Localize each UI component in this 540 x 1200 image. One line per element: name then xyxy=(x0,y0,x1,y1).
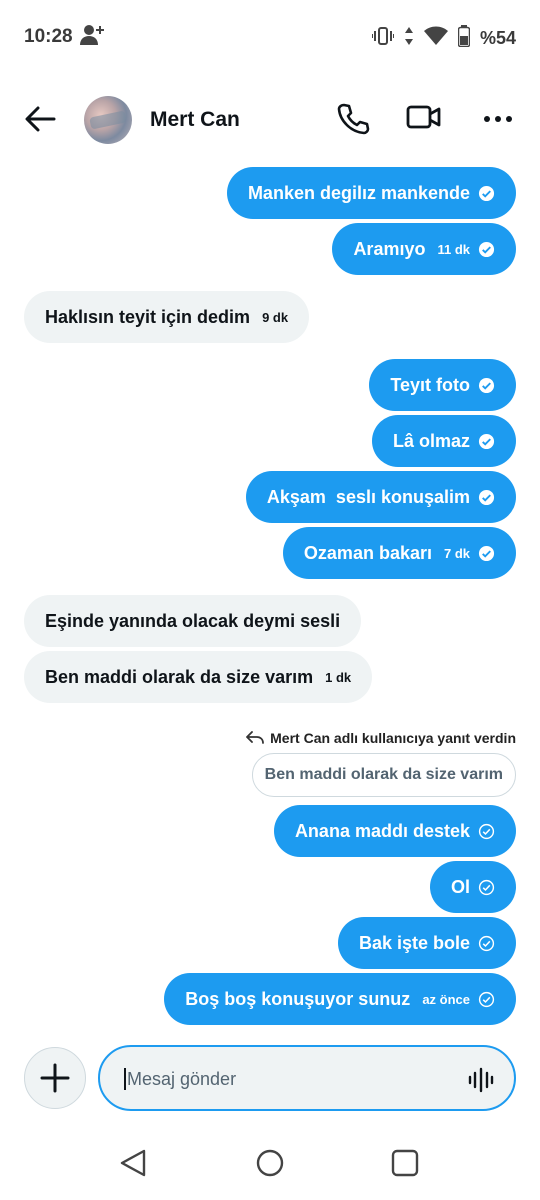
add-media-button[interactable] xyxy=(24,1047,86,1109)
message-bubble-outgoing[interactable]: Akşam seslı konuşalim xyxy=(245,471,516,523)
message-text: Ben maddi olarak da size varım xyxy=(45,666,314,687)
conversation-header: Mert Can xyxy=(0,90,540,150)
message-bubble-outgoing[interactable]: Manken degilız mankende xyxy=(226,167,516,219)
nav-back-button[interactable] xyxy=(118,1148,148,1183)
message-bubble-outgoing[interactable]: Teyıt foto xyxy=(369,359,516,411)
message-text: Manken degilız mankende xyxy=(247,182,470,203)
reply-arrow-icon xyxy=(246,731,265,744)
sent-check-icon xyxy=(478,489,495,505)
nav-recents-button[interactable] xyxy=(390,1148,420,1183)
message-bubble-incoming[interactable]: Haklısın teyit için dedim 9 dk xyxy=(24,291,310,343)
message-input[interactable]: Mesaj gönder xyxy=(98,1045,516,1111)
message-row: Lâ olmaz xyxy=(0,415,540,467)
message-row: Anana maddı destek xyxy=(0,805,540,857)
message-text: Akşam seslı konuşalim xyxy=(266,486,470,507)
sent-check-icon xyxy=(478,545,495,561)
sent-check-icon xyxy=(478,377,495,393)
more-dots-icon xyxy=(484,116,512,122)
message-time: 7 dk xyxy=(443,545,470,561)
message-row: Eşinde yanında olacak deymi sesli xyxy=(0,595,540,647)
system-nav-bar xyxy=(0,1138,540,1190)
reply-context-note: Mert Can adlı kullanıcıya yanıt verdin xyxy=(0,727,540,749)
sent-check-icon xyxy=(478,185,495,201)
message-bubble-incoming[interactable]: Ben maddi olarak da size varım 1 dk xyxy=(24,651,373,703)
message-row: Ozaman bakarı 7 dk xyxy=(0,527,540,579)
message-time: 11 dk xyxy=(437,241,470,257)
message-row: Aramıyo 11 dk xyxy=(0,223,540,275)
more-options-button[interactable] xyxy=(482,104,514,134)
reply-note-text: Mert Can adlı kullanıcıya yanıt verdin xyxy=(270,730,516,746)
status-bar: 10:28 %54 xyxy=(0,0,540,72)
message-text: Ol xyxy=(450,876,470,897)
message-text: Boş boş konuşuyor sunuz xyxy=(185,988,411,1009)
delivered-check-icon xyxy=(478,823,495,839)
message-time: az önce xyxy=(422,991,470,1007)
plus-icon xyxy=(40,1063,70,1093)
square-recents-icon xyxy=(391,1149,419,1177)
phone-icon xyxy=(337,103,370,135)
message-bubble-outgoing[interactable]: Ozaman bakarı 7 dk xyxy=(282,527,516,579)
message-bubble-outgoing[interactable]: Bak işte bole xyxy=(337,917,516,969)
quoted-message[interactable]: Ben maddi olarak da size varım xyxy=(251,753,516,797)
battery-percent: %54 xyxy=(479,28,516,48)
circle-home-icon xyxy=(256,1149,284,1177)
message-row: Bak işte bole xyxy=(0,917,540,969)
message-row: Teyıt foto xyxy=(0,359,540,411)
message-bubble-outgoing[interactable]: Boş boş konuşuyor sunuz az önce xyxy=(164,973,516,1025)
video-camera-icon xyxy=(406,105,441,129)
message-text: Eşinde yanında olacak deymi sesli xyxy=(45,610,341,631)
delivered-check-icon xyxy=(478,935,495,951)
message-text: Bak işte bole xyxy=(358,932,470,953)
triangle-back-icon xyxy=(120,1149,146,1177)
video-call-button[interactable] xyxy=(406,102,444,136)
person-add-icon xyxy=(80,24,106,51)
message-text: Teyıt foto xyxy=(390,374,470,395)
message-time: 1 dk xyxy=(325,669,352,685)
message-row: Boş boş konuşuyor sunuz az önce xyxy=(0,973,540,1025)
avatar[interactable] xyxy=(84,96,132,144)
message-text: Lâ olmaz xyxy=(392,430,470,451)
status-time: 10:28 xyxy=(24,26,73,47)
message-text: Ozaman bakarı xyxy=(303,542,432,563)
message-text: Anana maddı destek xyxy=(294,820,470,841)
message-row: Ben maddi olarak da size varım 1 dk xyxy=(0,651,540,703)
message-bubble-outgoing[interactable]: Lâ olmaz xyxy=(371,415,516,467)
arrow-left-icon xyxy=(25,106,56,132)
message-text: Aramıyo xyxy=(353,238,426,259)
message-row: Ben maddi olarak da size varım xyxy=(0,753,540,797)
wifi-icon xyxy=(423,26,448,51)
contact-name[interactable]: Mert Can xyxy=(150,108,240,132)
call-button[interactable] xyxy=(336,102,370,136)
message-bubble-outgoing[interactable]: Aramıyo 11 dk xyxy=(332,223,516,275)
message-row: Akşam seslı konuşalim xyxy=(0,471,540,523)
delivered-check-icon xyxy=(478,879,495,895)
message-bubble-outgoing[interactable]: Anana maddı destek xyxy=(273,805,516,857)
back-button[interactable] xyxy=(24,104,60,136)
nav-home-button[interactable] xyxy=(255,1148,285,1183)
delivered-check-icon xyxy=(478,991,495,1007)
message-text: Haklısın teyit için dedim xyxy=(45,306,251,327)
message-row: Ol xyxy=(0,861,540,913)
battery-icon xyxy=(457,25,471,52)
message-bubble-outgoing[interactable]: Ol xyxy=(429,861,516,913)
voice-message-button[interactable] xyxy=(468,1067,494,1093)
message-time: 9 dk xyxy=(262,309,289,325)
message-composer: Mesaj gönder xyxy=(0,1045,540,1111)
message-bubble-incoming[interactable]: Eşinde yanında olacak deymi sesli xyxy=(24,595,362,647)
text-caret xyxy=(124,1068,126,1090)
sent-check-icon xyxy=(478,433,495,449)
vibrate-icon xyxy=(370,26,395,51)
message-row: Manken degilız mankende xyxy=(0,167,540,219)
audio-wave-icon xyxy=(468,1067,494,1093)
message-list[interactable]: Manken degilız mankende Aramıyo 11 dk Ha… xyxy=(0,165,540,1025)
data-arrows-icon xyxy=(404,26,414,51)
sent-check-icon xyxy=(478,241,495,257)
message-row: Haklısın teyit için dedim 9 dk xyxy=(0,291,540,343)
message-input-placeholder: Mesaj gönder xyxy=(127,1069,237,1089)
